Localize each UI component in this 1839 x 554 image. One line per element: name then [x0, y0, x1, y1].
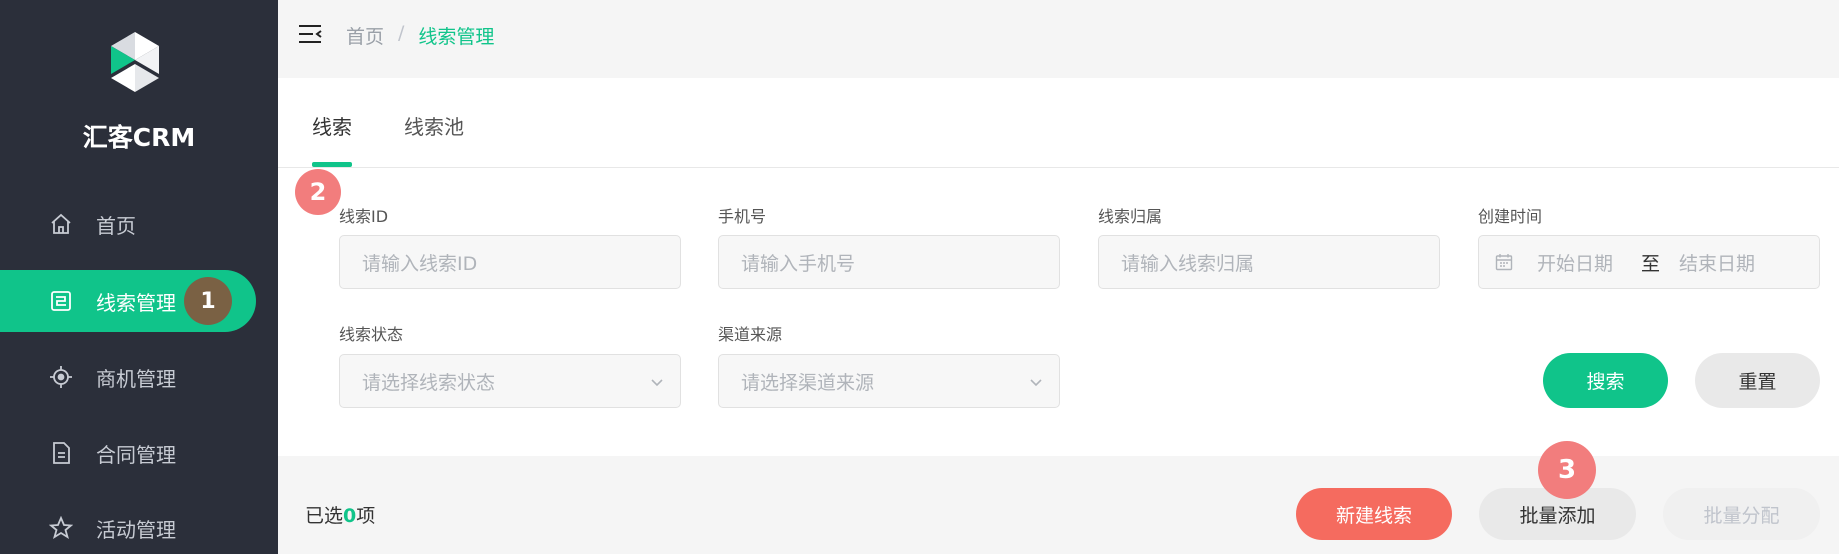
lead-status-label: 线索状态	[339, 325, 404, 344]
sidebar-item-label: 合同管理	[96, 442, 176, 467]
calendar-icon	[1495, 254, 1513, 271]
tab-active-indicator	[312, 162, 352, 167]
sidebar-item-label: 商机管理	[96, 366, 176, 391]
start-date-placeholder[interactable]: 开始日期	[1537, 249, 1613, 276]
menu-collapse-icon[interactable]	[298, 23, 322, 45]
reset-button[interactable]: 重置	[1695, 353, 1820, 408]
phone-label: 手机号	[718, 207, 767, 226]
step-marker-3: 3	[1538, 441, 1596, 499]
new-lead-button[interactable]: 新建线索	[1296, 488, 1452, 540]
owner-input[interactable]: 请输入线索归属	[1098, 235, 1440, 289]
tab-lead-pool[interactable]: 线索池	[404, 111, 464, 140]
lead-id-placeholder: 请输入线索ID	[362, 252, 478, 275]
document-icon	[48, 440, 74, 466]
created-time-label: 创建时间	[1478, 207, 1543, 226]
step-marker-2: 2	[295, 169, 341, 215]
breadcrumb-current: 线索管理	[418, 26, 495, 48]
sidebar-item-label: 活动管理	[96, 517, 176, 542]
lead-status-select[interactable]: 请选择线索状态	[339, 354, 681, 408]
sidebar: 汇客CRM 首页 线索管理 商机管理 合同管理 活动管理 1	[0, 0, 278, 554]
clue-icon	[48, 288, 74, 314]
sidebar-item-opportunity-management[interactable]: 商机管理	[0, 346, 278, 408]
phone-input[interactable]: 请输入手机号	[718, 235, 1060, 289]
end-date-placeholder[interactable]: 结束日期	[1679, 249, 1755, 276]
target-icon	[48, 364, 74, 390]
selection-summary: 已选0项	[305, 501, 375, 528]
created-time-range[interactable]: 开始日期 至 结束日期	[1478, 235, 1820, 289]
sidebar-item-label: 首页	[96, 213, 136, 238]
sidebar-item-contract-management[interactable]: 合同管理	[0, 422, 278, 484]
search-button[interactable]: 搜索	[1543, 353, 1668, 408]
lead-status-placeholder: 请选择线索状态	[362, 371, 496, 394]
channel-label: 渠道来源	[718, 325, 783, 344]
chevron-down-icon	[651, 379, 663, 387]
sidebar-item-label: 线索管理	[96, 290, 176, 315]
channel-placeholder: 请选择渠道来源	[741, 371, 875, 394]
sidebar-item-home[interactable]: 首页	[0, 193, 278, 255]
star-icon	[48, 515, 74, 541]
date-range-separator: 至	[1641, 252, 1661, 275]
app-name: 汇客CRM	[82, 123, 196, 152]
owner-placeholder: 请输入线索归属	[1121, 252, 1255, 275]
phone-placeholder: 请输入手机号	[741, 252, 856, 275]
selection-suffix: 项	[356, 505, 376, 527]
sidebar-item-activity-management[interactable]: 活动管理	[0, 497, 278, 554]
batch-assign-button[interactable]: 批量分配	[1663, 488, 1820, 540]
breadcrumb: 首页 / 线索管理	[346, 22, 494, 49]
owner-label: 线索归属	[1098, 207, 1163, 226]
selection-count: 0	[343, 505, 357, 527]
header: 首页 / 线索管理	[278, 0, 1839, 70]
lead-id-input[interactable]: 请输入线索ID	[339, 235, 681, 289]
chevron-down-icon	[1030, 379, 1042, 387]
breadcrumb-separator: /	[398, 22, 405, 44]
tab-leads[interactable]: 线索	[312, 111, 352, 140]
breadcrumb-home[interactable]: 首页	[346, 22, 384, 49]
tab-bar: 线索 线索池	[278, 78, 1839, 168]
lead-id-label: 线索ID	[339, 207, 389, 226]
home-icon	[48, 211, 74, 237]
channel-select[interactable]: 请选择渠道来源	[718, 354, 1060, 408]
step-marker-1: 1	[184, 277, 232, 325]
app-logo-icon	[111, 32, 159, 92]
selection-prefix: 已选	[305, 505, 344, 527]
